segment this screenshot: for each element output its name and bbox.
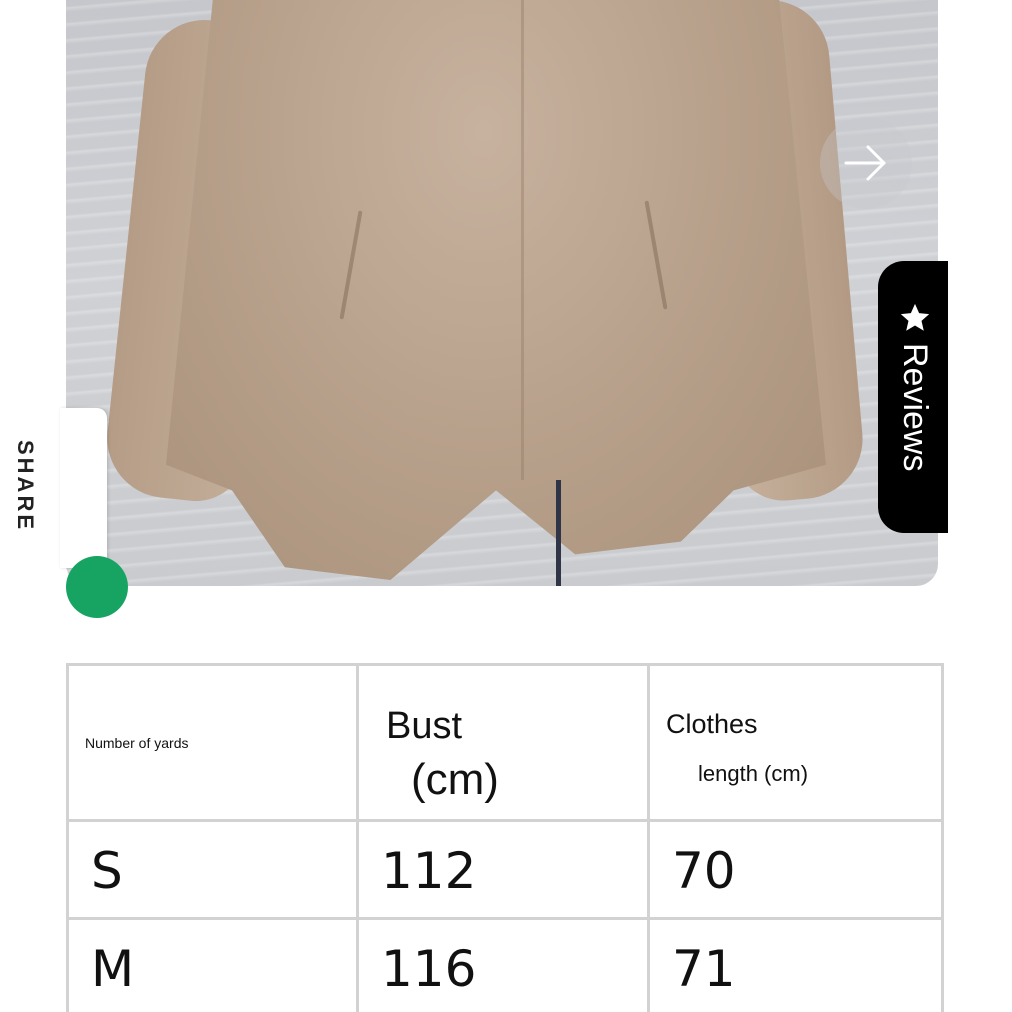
bust-cell: 116 [356, 917, 650, 1012]
length-value: 71 [672, 939, 736, 998]
header-length-unit: length (cm) [698, 760, 809, 786]
header-length-cell: Clothes length (cm) [647, 663, 944, 822]
header-bust: Bust [386, 704, 463, 747]
reviews-label: Reviews [896, 343, 935, 472]
size-cell: S [66, 819, 359, 920]
share-tab[interactable] [60, 408, 107, 568]
size-cell: M [66, 917, 359, 1012]
size-value: S [91, 841, 123, 900]
share-label[interactable]: SHARE [10, 440, 38, 560]
bust-value: 116 [381, 939, 477, 998]
next-image-button[interactable] [820, 117, 912, 209]
length-cell: 70 [647, 819, 944, 920]
header-yards-cell: Number of yards [66, 663, 359, 822]
bust-value: 112 [381, 841, 477, 900]
header-yards: Number of yards [85, 734, 189, 751]
table-row: S 112 70 [66, 819, 944, 920]
reviews-tab[interactable]: Reviews [878, 261, 948, 533]
product-image[interactable] [66, 0, 938, 586]
coat-body [166, 0, 826, 580]
size-chart-table: Number of yards Bust (cm) Clothes length… [66, 663, 944, 1012]
share-icon[interactable] [66, 556, 128, 618]
reviews-tab-content: Reviews [895, 301, 935, 521]
star-icon [900, 303, 930, 331]
coat-front-seam [521, 0, 524, 480]
product-page: SHARE Reviews Number of yards Bust (cm) [0, 0, 1012, 1012]
hanger-stand [556, 480, 561, 586]
table-header-row: Number of yards Bust (cm) Clothes length… [66, 663, 944, 822]
header-clothes: Clothes [666, 708, 758, 739]
bust-cell: 112 [356, 819, 650, 920]
header-bust-unit: (cm) [411, 754, 499, 804]
table-row: M 116 71 [66, 917, 944, 1012]
size-value: M [91, 939, 135, 998]
length-value: 70 [672, 841, 736, 900]
arrow-right-icon [844, 145, 886, 181]
header-bust-cell: Bust (cm) [356, 663, 650, 822]
length-cell: 71 [647, 917, 944, 1012]
